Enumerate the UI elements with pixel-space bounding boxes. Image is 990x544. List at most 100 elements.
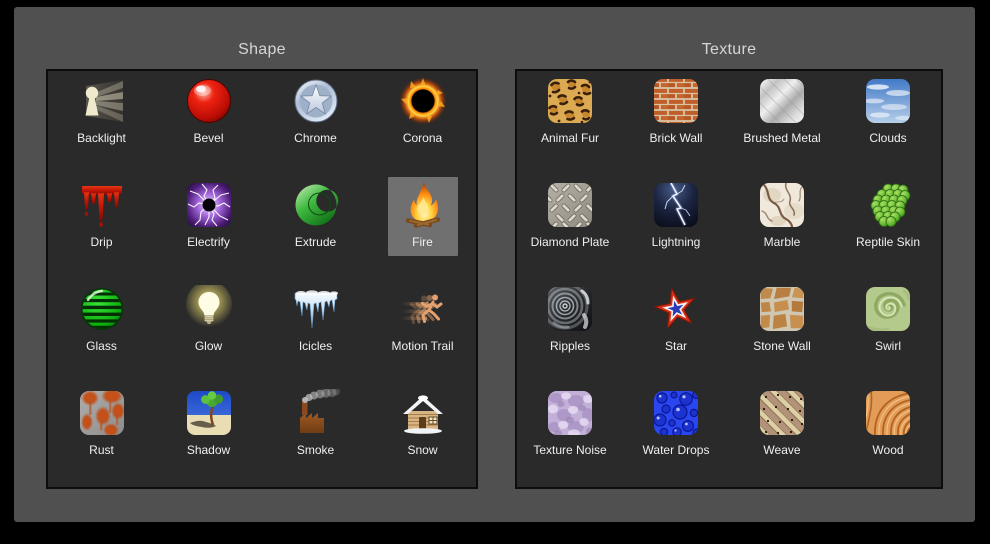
reptile-skin-icon <box>864 181 912 229</box>
shape-item-tile-smoke: Smoke <box>281 385 351 464</box>
shape-item-label: Extrude <box>295 235 336 249</box>
shape-item-fire[interactable]: Fire <box>369 175 476 279</box>
texture-item-stone-wall[interactable]: Stone Wall <box>729 279 835 383</box>
shape-item-electrify[interactable]: Electrify <box>155 175 262 279</box>
texture-item-water-drops[interactable]: Water Drops <box>623 383 729 487</box>
marble-icon <box>758 181 806 229</box>
texture-item-tile-star: Star <box>641 281 711 360</box>
shape-item-tile-glow: Glow <box>174 281 244 360</box>
texture-item-label: Texture Noise <box>533 443 606 457</box>
texture-item-tile-diamond-plate: Diamond Plate <box>535 177 605 256</box>
texture-item-swirl[interactable]: Swirl <box>835 279 941 383</box>
shape-item-tile-chrome: Chrome <box>281 73 351 152</box>
animal-fur-icon <box>546 77 594 125</box>
chrome-icon <box>292 77 340 125</box>
texture-item-reptile-skin[interactable]: Reptile Skin <box>835 175 941 279</box>
shape-item-label: Glass <box>86 339 117 353</box>
texture-item-tile-reptile-skin: Reptile Skin <box>853 177 923 256</box>
shape-item-tile-rust: Rust <box>67 385 137 464</box>
texture-item-tile-clouds: Clouds <box>853 73 923 152</box>
texture-item-star[interactable]: Star <box>623 279 729 383</box>
texture-item-ripples[interactable]: Ripples <box>517 279 623 383</box>
texture-item-marble[interactable]: Marble <box>729 175 835 279</box>
texture-item-diamond-plate[interactable]: Diamond Plate <box>517 175 623 279</box>
glass-icon <box>78 285 126 333</box>
texture-item-tile-stone-wall: Stone Wall <box>747 281 817 360</box>
texture-item-texture-noise[interactable]: Texture Noise <box>517 383 623 487</box>
shape-item-backlight[interactable]: Backlight <box>48 71 155 175</box>
drip-icon <box>78 181 126 229</box>
texture-item-wood[interactable]: Wood <box>835 383 941 487</box>
shape-section: Shape BacklightBevelChromeCoronaDripElec… <box>46 40 478 489</box>
texture-item-label: Ripples <box>550 339 590 353</box>
texture-item-tile-texture-noise: Texture Noise <box>535 385 605 464</box>
shape-item-label: Glow <box>195 339 222 353</box>
shape-item-label: Corona <box>403 131 442 145</box>
motion-trail-icon <box>399 285 447 333</box>
shape-item-label: Drip <box>90 235 112 249</box>
texture-item-tile-ripples: Ripples <box>535 281 605 360</box>
shape-item-chrome[interactable]: Chrome <box>262 71 369 175</box>
shape-item-bevel[interactable]: Bevel <box>155 71 262 175</box>
shape-grid: Backlight Bevel Chrome Corona Drip Electrify E… <box>46 69 478 489</box>
shape-item-label: Backlight <box>77 131 126 145</box>
shape-item-glow[interactable]: Glow <box>155 279 262 383</box>
texture-item-brushed-metal[interactable]: Brushed Metal <box>729 71 835 175</box>
electrify-icon <box>185 181 233 229</box>
shape-item-tile-icicles: Icicles <box>281 281 351 360</box>
ripples-icon <box>546 285 594 333</box>
texture-item-brick-wall[interactable]: Brick Wall <box>623 71 729 175</box>
texture-item-tile-animal-fur: Animal Fur <box>535 73 605 152</box>
icicles-icon <box>292 285 340 333</box>
shape-item-rust[interactable]: Rust <box>48 383 155 487</box>
shape-item-label: Icicles <box>299 339 332 353</box>
effects-browser-window: Shape BacklightBevelChromeCoronaDripElec… <box>14 7 975 522</box>
brushed-metal-icon <box>758 77 806 125</box>
shape-item-label: Fire <box>412 235 433 249</box>
shape-item-tile-snow: Snow <box>388 385 458 464</box>
shape-item-corona[interactable]: Corona <box>369 71 476 175</box>
shape-item-label: Chrome <box>294 131 337 145</box>
texture-item-label: Swirl <box>875 339 901 353</box>
shape-item-motion-trail[interactable]: Motion Trail <box>369 279 476 383</box>
shape-item-tile-bevel: Bevel <box>174 73 244 152</box>
shape-item-tile-motion-trail: Motion Trail <box>388 281 458 360</box>
shape-item-tile-backlight: Backlight <box>67 73 137 152</box>
shape-item-tile-extrude: Extrude <box>281 177 351 256</box>
shape-item-drip[interactable]: Drip <box>48 175 155 279</box>
texture-section-title: Texture <box>515 40 943 60</box>
shape-item-extrude[interactable]: Extrude <box>262 175 369 279</box>
shape-item-shadow[interactable]: Shadow <box>155 383 262 487</box>
texture-item-label: Water Drops <box>643 443 710 457</box>
texture-item-tile-weave: Weave <box>747 385 817 464</box>
stone-wall-icon <box>758 285 806 333</box>
water-drops-icon <box>652 389 700 437</box>
swirl-icon <box>864 285 912 333</box>
shape-item-smoke[interactable]: Smoke <box>262 383 369 487</box>
texture-item-label: Diamond Plate <box>531 235 610 249</box>
bevel-icon <box>185 77 233 125</box>
texture-grid: Animal Fur Brick Wall Brushed Metal Clouds D… <box>515 69 943 489</box>
shape-item-label: Smoke <box>297 443 334 457</box>
texture-item-weave[interactable]: Weave <box>729 383 835 487</box>
texture-item-tile-marble: Marble <box>747 177 817 256</box>
brick-wall-icon <box>652 77 700 125</box>
texture-item-label: Brushed Metal <box>743 131 820 145</box>
shape-item-tile-drip: Drip <box>67 177 137 256</box>
shape-item-label: Rust <box>89 443 114 457</box>
texture-item-tile-brushed-metal: Brushed Metal <box>747 73 817 152</box>
snow-icon <box>399 389 447 437</box>
smoke-icon <box>292 389 340 437</box>
wood-icon <box>864 389 912 437</box>
shape-item-snow[interactable]: Snow <box>369 383 476 487</box>
texture-item-label: Stone Wall <box>753 339 811 353</box>
texture-item-animal-fur[interactable]: Animal Fur <box>517 71 623 175</box>
shape-item-label: Motion Trail <box>391 339 453 353</box>
texture-item-clouds[interactable]: Clouds <box>835 71 941 175</box>
texture-item-lightning[interactable]: Lightning <box>623 175 729 279</box>
shape-item-icicles[interactable]: Icicles <box>262 279 369 383</box>
shape-item-glass[interactable]: Glass <box>48 279 155 383</box>
lightning-icon <box>652 181 700 229</box>
texture-item-tile-brick-wall: Brick Wall <box>641 73 711 152</box>
texture-item-label: Lightning <box>652 235 701 249</box>
